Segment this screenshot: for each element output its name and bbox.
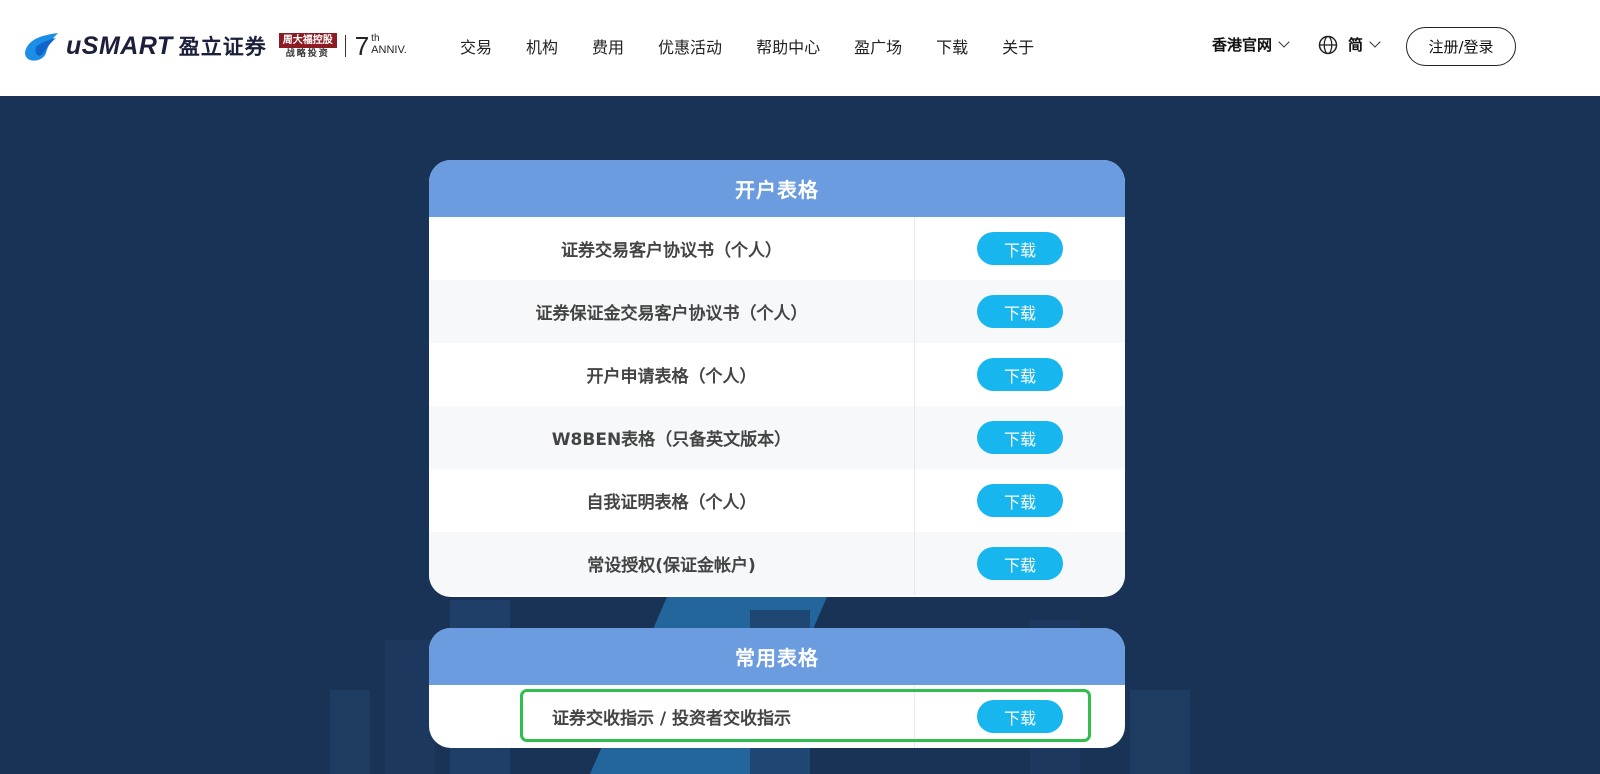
login-register-button[interactable]: 注册/登录 [1406, 27, 1516, 66]
form-name: 开户申请表格（个人） [429, 343, 915, 406]
form-name: 常设授权(保证金帐户) [429, 532, 915, 595]
download-button[interactable]: 下载 [977, 295, 1063, 328]
download-button[interactable]: 下载 [977, 484, 1063, 517]
download-button[interactable]: 下载 [977, 421, 1063, 454]
nav-item-help-center[interactable]: 帮助中心 [756, 34, 820, 58]
anniversary-label: ANNIV. [371, 44, 407, 56]
partner-caption: 战略投资 [285, 48, 330, 59]
form-name: 证券保证金交易客户协议书（个人） [429, 280, 915, 343]
table-row: 常设授权(保证金帐户) 下载 [429, 532, 1125, 595]
partner-badge: 周大福控股 战略投资 [278, 32, 337, 60]
chevron-down-icon [1369, 36, 1381, 48]
language-selector[interactable]: 简 [1318, 34, 1381, 55]
table-row: 证券交易客户协议书（个人） 下载 [429, 217, 1125, 280]
download-button[interactable]: 下载 [977, 700, 1063, 733]
partner-name: 周大福控股 [278, 32, 337, 48]
download-button[interactable]: 下载 [977, 232, 1063, 265]
download-button[interactable]: 下载 [977, 547, 1063, 580]
chevron-down-icon [1278, 36, 1290, 48]
site-logo[interactable]: uSMART 盈立证券 周大福控股 战略投资 7 th ANNIV. [22, 28, 407, 64]
anniversary-suffix: th [371, 33, 380, 44]
main-nav: 交易 机构 费用 优惠活动 帮助中心 盈广场 下载 关于 [460, 0, 1068, 92]
logo-mark-icon [25, 33, 58, 61]
table-row: W8BEN表格（只备英文版本） 下载 [429, 406, 1125, 469]
anniversary-badge: 7 th ANNIV. [355, 33, 407, 59]
region-selector[interactable]: 香港官网 [1212, 34, 1290, 55]
brand-name: uSMART [66, 31, 173, 60]
form-name: 证券交收指示 / 投资者交收指示 [429, 685, 915, 748]
nav-item-institution[interactable]: 机构 [526, 34, 558, 58]
account-opening-forms-card: 开户表格 证券交易客户协议书（个人） 下载 证券保证金交易客户协议书（个人） 下… [429, 160, 1125, 597]
brand-chinese-name: 盈立证券 [178, 35, 267, 59]
nav-item-about[interactable]: 关于 [1002, 34, 1034, 58]
card-title: 常用表格 [429, 628, 1125, 685]
card-title: 开户表格 [429, 160, 1125, 217]
logo-divider [344, 35, 346, 57]
nav-item-download[interactable]: 下载 [936, 34, 968, 58]
region-label: 香港官网 [1212, 36, 1273, 54]
form-name: 证券交易客户协议书（个人） [429, 217, 915, 280]
nav-item-fees[interactable]: 费用 [592, 34, 624, 58]
common-forms-card: 常用表格 证券交收指示 / 投资者交收指示 下载 [429, 628, 1125, 748]
nav-item-community[interactable]: 盈广场 [854, 34, 902, 58]
form-name: 自我证明表格（个人） [429, 469, 915, 532]
globe-icon [1318, 35, 1338, 54]
nav-item-trade[interactable]: 交易 [460, 34, 492, 58]
form-name: W8BEN表格（只备英文版本） [429, 406, 915, 469]
table-row: 自我证明表格（个人） 下载 [429, 469, 1125, 532]
download-button[interactable]: 下载 [977, 358, 1063, 391]
table-row: 证券交收指示 / 投资者交收指示 下载 [429, 685, 1125, 748]
anniversary-number: 7 [354, 31, 370, 61]
table-row: 证券保证金交易客户协议书（个人） 下载 [429, 280, 1125, 343]
nav-item-promotions[interactable]: 优惠活动 [658, 34, 722, 58]
language-label: 简 [1348, 36, 1364, 54]
table-row: 开户申请表格（个人） 下载 [429, 343, 1125, 406]
site-header: uSMART 盈立证券 周大福控股 战略投资 7 th ANNIV. 交易 机构… [0, 0, 1600, 96]
